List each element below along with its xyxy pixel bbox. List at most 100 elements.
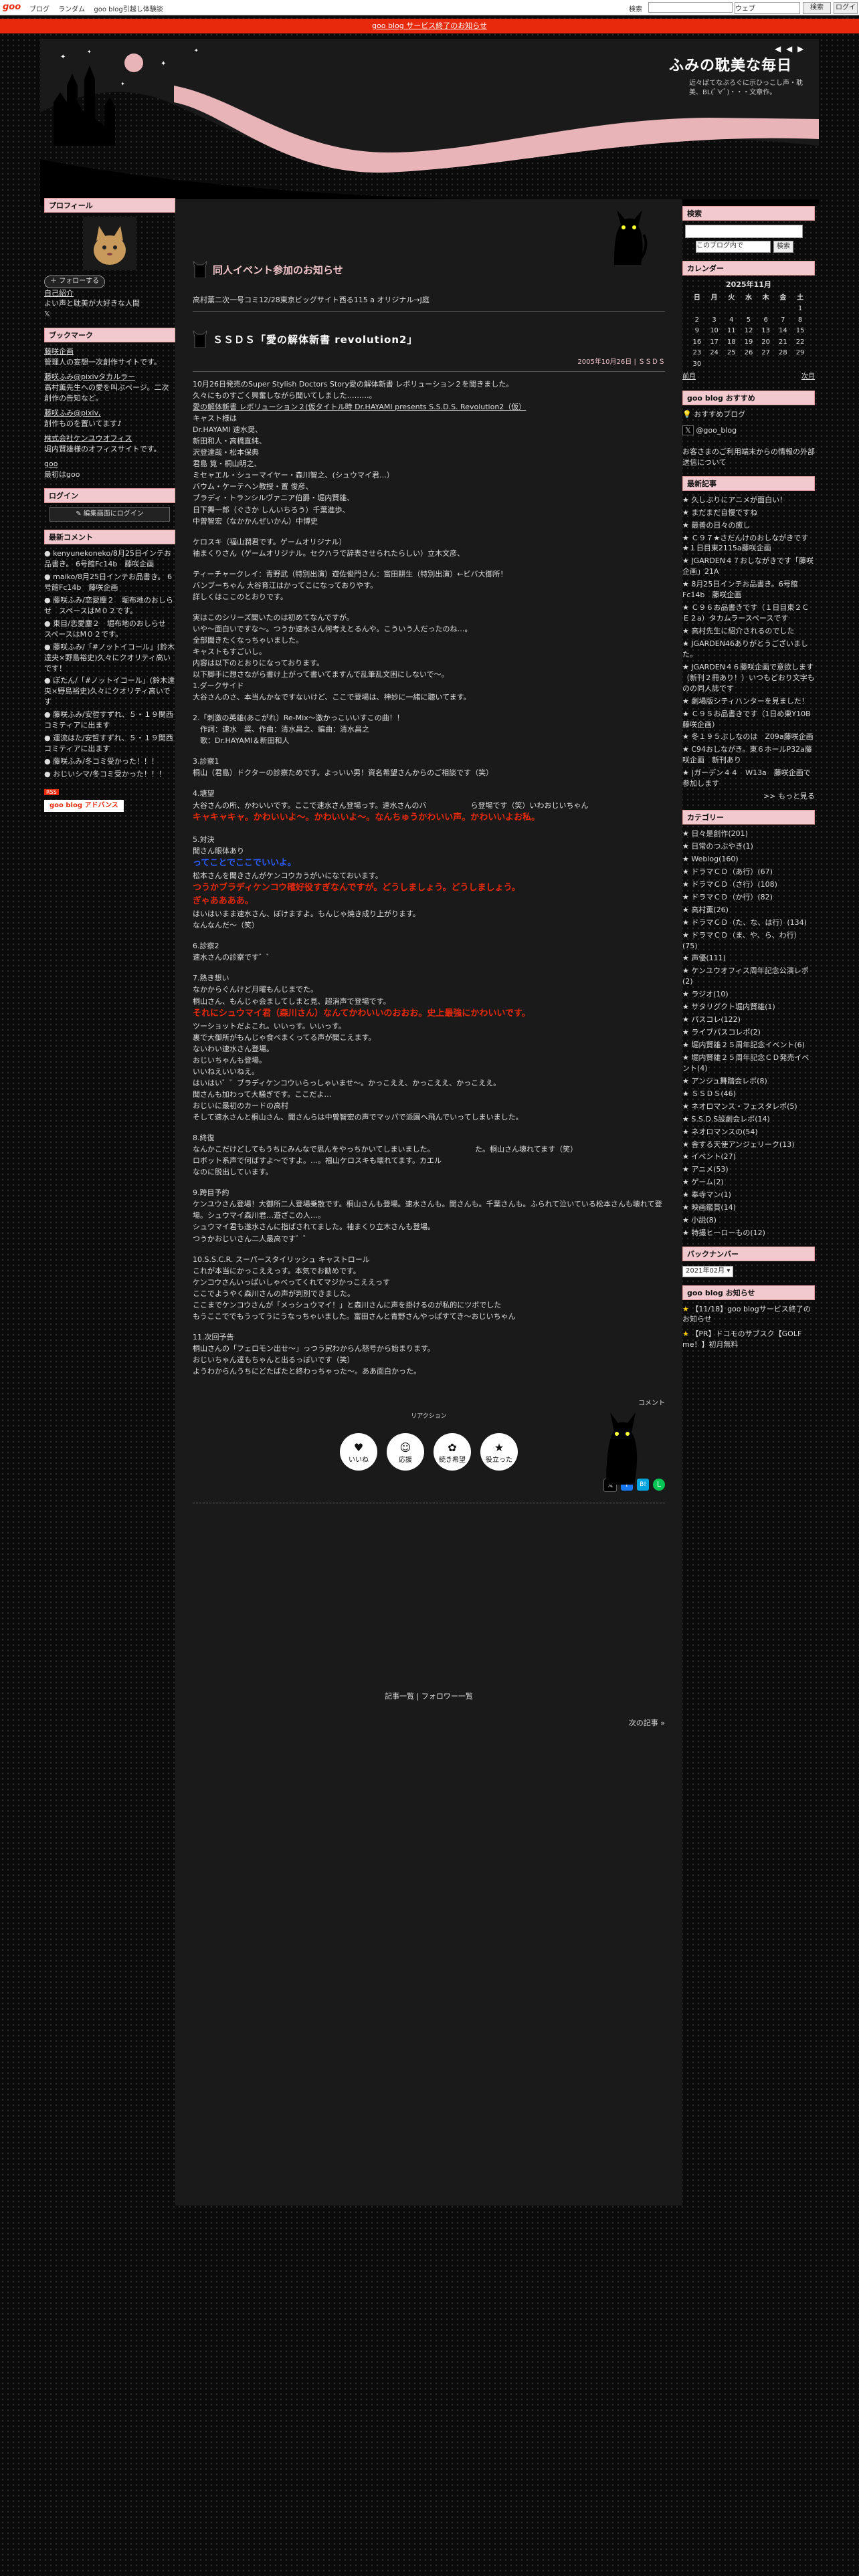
recent-item[interactable]: |ガーデン４４ Ｗ13a 藤咲企画で参加します: [682, 768, 815, 789]
category-item[interactable]: ドラマＣＤ（か行）(82): [682, 892, 815, 903]
category-item[interactable]: アニメ(53): [682, 1164, 815, 1175]
blog-search-button[interactable]: 検索: [773, 241, 793, 253]
recent-item[interactable]: 冬１９５ぶしなのは Z09a藤咲企画: [682, 732, 815, 742]
bookmark-link[interactable]: 藤咲ふみ@pixiv,: [44, 409, 101, 417]
comment-item[interactable]: 藤咲ふみ/安哲すずれ、５・１９関西コミティアに出ます: [44, 710, 175, 731]
recent-more-link[interactable]: >> もっと見る: [682, 791, 815, 802]
category-item[interactable]: 堀内賢雄２５周年記念ＣＤ発売イベント(4): [682, 1053, 815, 1074]
comment-item[interactable]: 藤咲ふみ/「#ノットイコール」(鈴木達央×野島裕史)久々にクオリティ高いです！: [44, 642, 175, 674]
category-item[interactable]: アンジュ舞踏会レポ(8): [682, 1076, 815, 1087]
nav-random[interactable]: ランダム: [58, 6, 85, 13]
recent-item[interactable]: 久しぶりにアニメが面白い！: [682, 495, 815, 506]
category-item[interactable]: S.S.D.S設劇会レポ(14): [682, 1114, 815, 1125]
external-info-note[interactable]: お客さまのご利用端末からの情報の外部送信について: [682, 447, 815, 468]
category-item[interactable]: 声優(111): [682, 953, 815, 964]
recent-item[interactable]: 8月25日インテお品書き。6号館Fc14b 藤咲企画: [682, 579, 815, 601]
nav-blog[interactable]: ブログ: [29, 6, 50, 13]
top-login-button[interactable]: ログイン: [834, 2, 858, 22]
category-item[interactable]: ライブパスコレポ(2): [682, 1027, 815, 1038]
search-scope-select[interactable]: このブログ内で: [696, 241, 771, 253]
bookmark-link[interactable]: 株式会社ケンユウオフィス: [44, 434, 132, 443]
recent-item[interactable]: まだまだ自慢ですね: [682, 508, 815, 518]
x-icon[interactable]: 𝕏: [44, 309, 175, 320]
category-item[interactable]: 映画鑑賞(14): [682, 1202, 815, 1213]
calendar-next[interactable]: 次月: [801, 372, 815, 383]
top-search-input[interactable]: [648, 2, 733, 13]
profile-link[interactable]: 自己紹介: [44, 289, 74, 298]
news-item[interactable]: ★ 【11/18】goo blogサービス終了のお知らせ: [682, 1304, 815, 1325]
category-item[interactable]: ラジオ(10): [682, 989, 815, 1000]
top-search-button[interactable]: 検索: [803, 2, 831, 14]
post-link[interactable]: 愛の解体新書 レボリューション２(仮タイトル時 Dr.HAYAMI presen…: [193, 401, 665, 413]
blog-search-input[interactable]: [685, 225, 803, 238]
comment-item[interactable]: 藤咲ふみ/恋愛塵２ 堀布地のおしらせ スペースはM０２です。: [44, 595, 175, 617]
calendar-prev[interactable]: 前月: [682, 372, 696, 383]
recent-item[interactable]: 最善の日々の癒し: [682, 520, 815, 531]
category-item[interactable]: ＳＳＤＳ(46): [682, 1089, 815, 1099]
category-item[interactable]: ケンユウオフィス周年記念公演レポ(2): [682, 966, 815, 987]
comment-item[interactable]: 運流はた/安哲すずれ、５・１９関西コミティアに出ます: [44, 733, 175, 754]
follow-button[interactable]: ＋ フォローする: [44, 276, 106, 288]
recent-item[interactable]: JGARDEN４６藤咲企画で意欲します（新刊２冊あり！）いつもどおり文字ものの同…: [682, 662, 815, 694]
comment-item[interactable]: 東目/恋愛塵２ 堀布地のおしらせ スペースはM０２です。: [44, 619, 175, 640]
top-search-select[interactable]: ウェブ: [735, 2, 800, 14]
category-item[interactable]: 高村薫(26): [682, 905, 815, 916]
category-item[interactable]: イベント(27): [682, 1152, 815, 1162]
comment-label[interactable]: コメント: [193, 1397, 665, 1407]
recent-item[interactable]: Ｃ９７★さだんけのおしながきです★１日目東2115a藤咲企画: [682, 533, 815, 554]
advance-button[interactable]: goo blog アドバンス: [44, 799, 124, 813]
category-item[interactable]: 日常のつぶやき(1): [682, 841, 815, 852]
comment-item[interactable]: ぽたん/「#ノットイコール」(鈴木達央×野島裕史)久々にクオリティ高いです: [44, 675, 175, 708]
post-2-title[interactable]: ＳＳＤＳ「愛の解体新書 revolution2」: [213, 332, 417, 346]
nav-migration[interactable]: goo blog引越し体験談: [94, 6, 163, 13]
goo-logo[interactable]: goo: [3, 2, 21, 12]
recent-item[interactable]: C94おしながき。東６ホールP32a藤咲企画 新刊あり: [682, 744, 815, 766]
category-item[interactable]: ネオロマンス・フェスタレポ(5): [682, 1101, 815, 1112]
recent-item[interactable]: Ｃ９６お品書きです（１日目東２ＣＥ２a）タカムラースペースです: [682, 603, 815, 624]
next-post-link[interactable]: 次の記事 »: [193, 1717, 665, 1728]
comment-item[interactable]: おじいシマ/冬コミ受かった！！！: [44, 769, 175, 780]
post-1-title[interactable]: 同人イベント参加のお知らせ: [213, 263, 343, 277]
comment-item[interactable]: maiko/8月25日インテお品書き。 6号館Fc14b 藤咲企画: [44, 572, 175, 593]
recent-item[interactable]: JGARDEN46ありがとうございました。: [682, 639, 815, 660]
recent-item[interactable]: Ｃ９５お品書きです（1日め東Y10B藤咲企画）: [682, 709, 815, 730]
recent-item[interactable]: 高村先生に紹介されるのでした: [682, 626, 815, 637]
category-item[interactable]: 日々是創作(201): [682, 829, 815, 839]
header-nav-icons[interactable]: ◀ ◀ ▶: [775, 44, 805, 53]
category-item[interactable]: パスコレ(122): [682, 1014, 815, 1025]
line-icon[interactable]: L: [653, 1479, 665, 1491]
bookmark-link[interactable]: goo: [44, 459, 58, 468]
login-button[interactable]: ✎ 編集画面にログイン: [50, 506, 170, 522]
category-item[interactable]: 堀内賢雄２５周年記念イベント(6): [682, 1040, 815, 1051]
reaction-cheer-button[interactable]: ☺ 応援: [387, 1433, 424, 1471]
recent-item[interactable]: 劇場版シティハンターを見ました！: [682, 696, 815, 707]
bottom-links[interactable]: 記事一覧 | フォロワー一覧: [193, 1691, 665, 1701]
comment-item[interactable]: kenyunekoneko/8月25日インテお品書き。 6号館Fc14b 藤咲企…: [44, 548, 175, 570]
service-notice-link[interactable]: goo blog サービス終了のお知らせ: [372, 21, 487, 30]
category-item[interactable]: ドラマＣＤ（ま、や、ら、わ行）(75): [682, 930, 815, 952]
recommend-blog-link[interactable]: 💡 おすすめブログ: [682, 409, 815, 420]
reaction-like-button[interactable]: ♥ いいね: [340, 1433, 377, 1471]
recent-item[interactable]: JGARDEN４７おしながきです「藤咲企画」21A: [682, 556, 815, 577]
reaction-useful-button[interactable]: ★ 役立った: [480, 1433, 518, 1471]
bookmark-link[interactable]: 藤咲ふみ@pixivタカルラー: [44, 372, 135, 381]
reaction-more-button[interactable]: ✿ 続き希望: [434, 1433, 471, 1471]
twitter-link[interactable]: 𝕏 @goo_blog: [682, 425, 815, 436]
category-item[interactable]: ドラマＣＤ（た、な、は行）(134): [682, 918, 815, 928]
category-item[interactable]: ドラマＣＤ（あ行）(67): [682, 867, 815, 877]
category-item[interactable]: 舎する天使アンジェリーク(13): [682, 1140, 815, 1150]
blog-title[interactable]: ふみの耽美な毎日: [669, 53, 792, 75]
category-item[interactable]: 奉寺マン(1): [682, 1190, 815, 1200]
category-item[interactable]: Weblog(160): [682, 854, 815, 865]
news-item[interactable]: ★ 【PR】ドコモのサブスク【GOLF me！】初月無料: [682, 1329, 815, 1350]
rss-icon[interactable]: RSS: [44, 788, 59, 795]
category-item[interactable]: サタリグクト堀内賢雄(1): [682, 1002, 815, 1012]
bookmark-link[interactable]: 藤咲企画: [44, 347, 74, 356]
backnumber-select[interactable]: 2021年02月 ▾: [682, 1266, 734, 1277]
post-2-date[interactable]: 2005年10月26日 | ＳＳＤＳ: [193, 356, 665, 366]
category-item[interactable]: 小説(8): [682, 1215, 815, 1226]
comment-item[interactable]: 藤咲ふみ/冬コミ受かった！！！: [44, 756, 175, 767]
category-item[interactable]: ネオロマンスの(54): [682, 1127, 815, 1138]
category-item[interactable]: 特撮ヒーローもの(12): [682, 1228, 815, 1239]
category-item[interactable]: ゲーム(2): [682, 1177, 815, 1188]
